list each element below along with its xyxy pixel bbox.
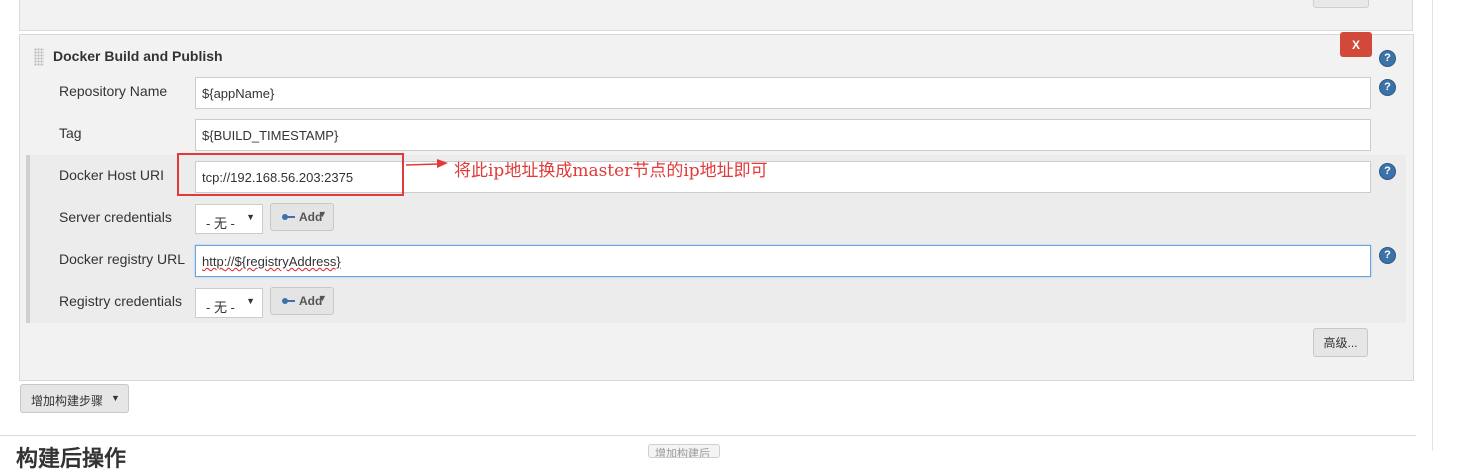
registry-url-rest: ://${registryAddress} [223, 254, 341, 269]
server-credentials-selected: - 无 - [206, 216, 235, 231]
add-build-step-button[interactable]: 增加构建步骤 ▼ [20, 384, 129, 413]
tag-value: ${BUILD_TIMESTAMP} [202, 128, 339, 143]
delete-step-button[interactable]: X [1340, 32, 1372, 57]
docker-registry-url-label: Docker registry URL [59, 251, 186, 267]
repository-name-value: ${appName} [202, 86, 275, 101]
key-icon [282, 214, 295, 220]
help-icon[interactable]: ? [1379, 247, 1396, 264]
panel-title: Docker Build and Publish [53, 48, 223, 64]
add-post-build-step-button[interactable]: 增加构建后操作步骤 [648, 444, 720, 458]
repository-name-input[interactable]: ${appName} [195, 77, 1371, 109]
add-build-step-label: 增加构建步骤 [31, 394, 104, 408]
help-icon[interactable]: ? [1379, 50, 1396, 67]
key-icon [282, 298, 295, 304]
docker-registry-url-input[interactable]: http://${registryAddress} [195, 245, 1371, 277]
server-credentials-label: Server credentials [59, 209, 172, 225]
caret-down-icon: ▼ [246, 212, 255, 222]
section-divider [0, 435, 1416, 436]
tag-label: Tag [59, 125, 82, 141]
registry-credentials-select[interactable]: - 无 - ▼ [195, 288, 263, 318]
caret-down-icon: ▼ [246, 296, 255, 306]
registry-credentials-selected: - 无 - [206, 300, 235, 315]
advanced-button[interactable]: 高级... [1313, 328, 1368, 357]
page-right-border [1432, 0, 1433, 451]
repository-name-label: Repository Name [59, 83, 168, 99]
drag-handle-icon[interactable] [34, 48, 44, 66]
annotation-text: 将此ip地址换成master节点的ip地址即可 [454, 161, 768, 181]
post-build-heading: 构建后操作 [16, 446, 127, 471]
caret-down-icon: ▼ [318, 209, 327, 219]
registry-credentials-add-button[interactable]: Add ▼ [270, 287, 334, 315]
registry-url-scheme: http [202, 254, 224, 269]
docker-build-publish-panel: Docker Build and Publish X ? Repository … [19, 32, 1414, 381]
help-icon[interactable]: ? [1379, 79, 1396, 96]
docker-host-uri-label: Docker Host URI [59, 167, 165, 183]
registry-credentials-label: Registry credentials [59, 293, 182, 309]
server-credentials-add-button[interactable]: Add ▼ [270, 203, 334, 231]
server-credentials-select[interactable]: - 无 - ▼ [195, 204, 263, 234]
previous-step-button[interactable] [1313, 0, 1369, 8]
docker-registry-url-value: http://${registryAddress} [202, 254, 341, 269]
tag-input[interactable]: ${BUILD_TIMESTAMP} [195, 119, 1371, 151]
caret-down-icon: ▼ [111, 393, 120, 403]
caret-down-icon: ▼ [318, 293, 327, 303]
annotation-arrow [405, 159, 448, 168]
previous-build-step-panel [19, 0, 1413, 31]
help-icon[interactable]: ? [1379, 163, 1396, 180]
annotation-highlight-box [177, 153, 404, 196]
